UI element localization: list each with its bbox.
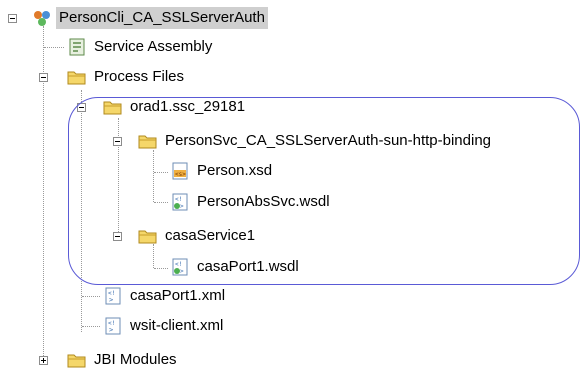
collapse-toggle-icon[interactable] — [39, 73, 48, 82]
folder-icon — [138, 132, 158, 150]
tree-node-label[interactable]: PersonCli_CA_SSLServerAuth — [56, 7, 268, 29]
tree-node-label[interactable]: JBI Modules — [91, 349, 180, 371]
xsd-file-icon — [170, 162, 190, 180]
collapse-toggle-icon[interactable] — [77, 103, 86, 112]
tree-node-label[interactable]: casaPort1.xml — [127, 285, 228, 307]
tree-node-casa-service[interactable]: casaService1 — [0, 225, 340, 249]
composite-app-icon — [32, 9, 52, 27]
tree-node-wsit-client[interactable]: wsit-client.xml — [0, 315, 340, 339]
tree-node-jbi-modules[interactable]: JBI Modules — [0, 349, 300, 373]
service-assembly-icon — [67, 38, 87, 56]
folder-icon — [67, 351, 87, 369]
tree-node-person-xsd[interactable]: Person.xsd — [0, 160, 400, 184]
folder-icon — [138, 227, 158, 245]
tree-node-service-assembly[interactable]: Service Assembly — [0, 36, 300, 60]
tree-node-label[interactable]: Process Files — [91, 66, 187, 88]
tree-node-label[interactable]: orad1.ssc_29181 — [127, 96, 248, 118]
tree-node-root[interactable]: PersonCli_CA_SSLServerAuth — [0, 7, 340, 31]
tree-node-label[interactable]: PersonSvc_CA_SSLServerAuth-sun-http-bind… — [162, 130, 494, 152]
tree-node-label[interactable]: Service Assembly — [91, 36, 215, 58]
folder-icon — [103, 98, 123, 116]
tree-node-casa-port-xml[interactable]: casaPort1.xml — [0, 285, 340, 309]
xml-file-icon — [103, 287, 123, 305]
folder-icon — [67, 68, 87, 86]
collapse-toggle-icon[interactable] — [8, 14, 17, 23]
xml-file-icon — [103, 317, 123, 335]
wsdl-file-icon — [170, 193, 190, 211]
tree-node-process-files[interactable]: Process Files — [0, 66, 300, 90]
expand-toggle-icon[interactable] — [39, 356, 48, 365]
tree-node-label[interactable]: Person.xsd — [194, 160, 275, 182]
collapse-toggle-icon[interactable] — [113, 232, 122, 241]
tree-node-person-abs-wsdl[interactable]: PersonAbsSvc.wsdl — [0, 191, 400, 215]
tree-node-label[interactable]: wsit-client.xml — [127, 315, 226, 337]
tree-node-label[interactable]: PersonAbsSvc.wsdl — [194, 191, 333, 213]
tree-node-label[interactable]: casaService1 — [162, 225, 258, 247]
tree-node-person-svc[interactable]: PersonSvc_CA_SSLServerAuth-sun-http-bind… — [0, 130, 580, 154]
tree-node-label[interactable]: casaPort1.wsdl — [194, 256, 302, 278]
collapse-toggle-icon[interactable] — [113, 137, 122, 146]
project-tree: PersonCli_CA_SSLServerAuth Service Assem… — [0, 0, 582, 378]
wsdl-file-icon — [170, 258, 190, 276]
tree-node-orad1[interactable]: orad1.ssc_29181 — [0, 96, 340, 120]
tree-node-casa-port-wsdl[interactable]: casaPort1.wsdl — [0, 256, 400, 280]
